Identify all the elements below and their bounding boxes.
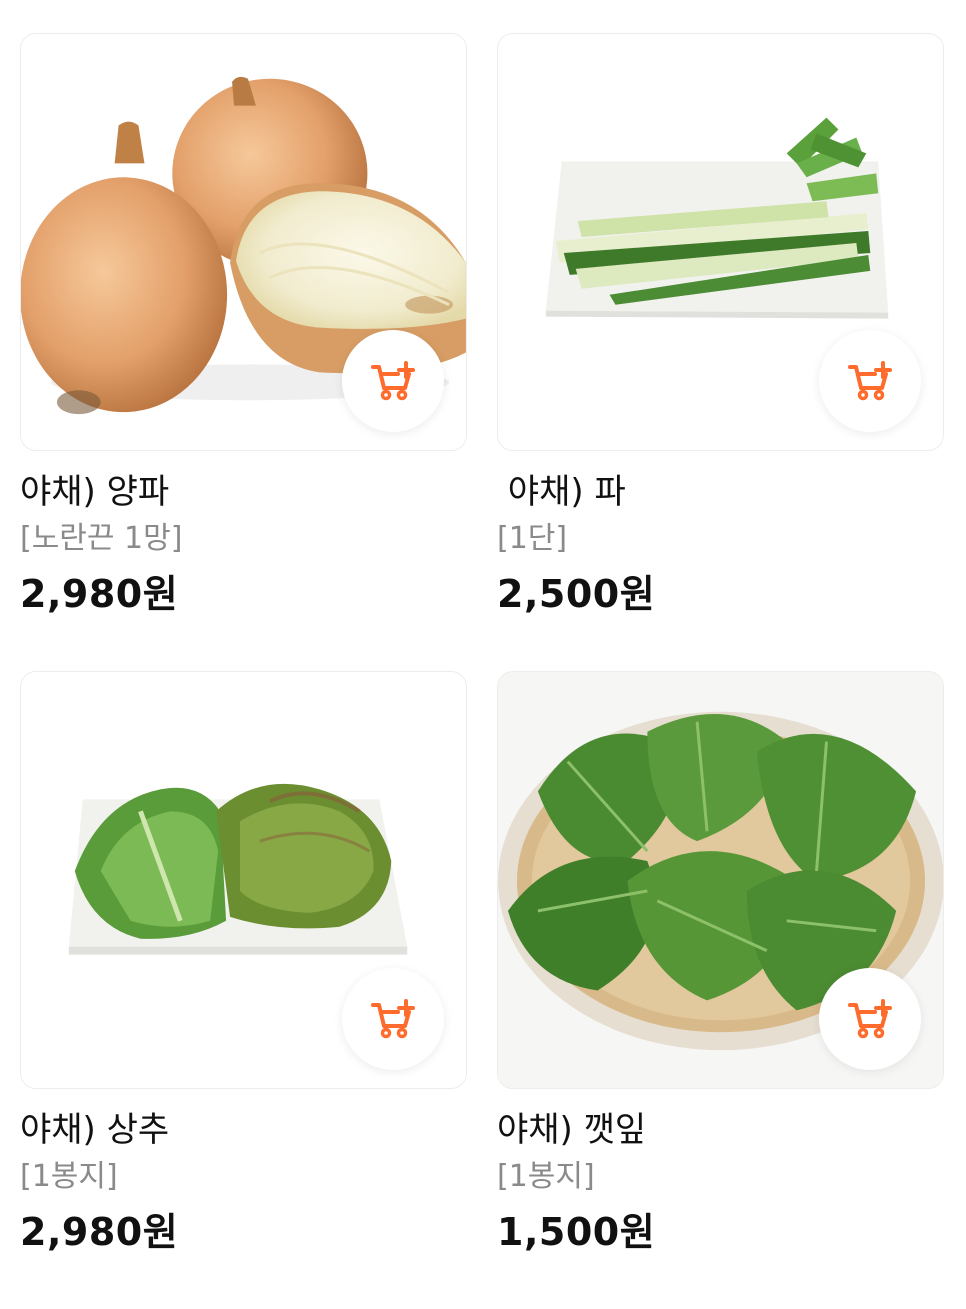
cart-add-icon [848,999,892,1039]
product-card-perilla-leaf[interactable]: 야채) 깻잎 [1봉지] 1,500원 [497,671,944,1309]
product-image-perilla-leaf[interactable] [497,671,944,1089]
product-price: 2,980원 [20,1210,179,1254]
product-price: 2,500원 [497,572,656,616]
product-price: 1,500원 [497,1210,656,1254]
product-unit: [노란끈 1망] [20,521,183,556]
cart-add-icon [848,361,892,401]
product-grid: 야채) 양파 [노란끈 1망] 2,980원 야채) 파 [1단] 2,500원… [20,33,944,1309]
add-to-cart-button-onion[interactable] [342,330,444,432]
product-image-onion[interactable] [20,33,467,451]
product-name[interactable]: 야채) 파 [497,471,944,513]
product-name[interactable]: 야채) 양파 [20,471,467,513]
add-to-cart-button-green-onion[interactable] [819,330,921,432]
product-price: 2,980원 [20,572,179,616]
product-name[interactable]: 야채) 깻잎 [497,1109,944,1151]
product-image-lettuce[interactable] [20,671,467,1089]
add-to-cart-button-lettuce[interactable] [342,968,444,1070]
product-unit: [1단] [497,521,568,556]
product-card-lettuce[interactable]: 야채) 상추 [1봉지] 2,980원 [20,671,467,1309]
product-unit: [1봉지] [20,1159,118,1194]
product-card-green-onion[interactable]: 야채) 파 [1단] 2,500원 [497,33,944,671]
product-name[interactable]: 야채) 상추 [20,1109,467,1151]
add-to-cart-button-perilla-leaf[interactable] [819,968,921,1070]
product-unit: [1봉지] [497,1159,595,1194]
product-card-onion[interactable]: 야채) 양파 [노란끈 1망] 2,980원 [20,33,467,671]
cart-add-icon [371,361,415,401]
cart-add-icon [371,999,415,1039]
product-image-green-onion[interactable] [497,33,944,451]
